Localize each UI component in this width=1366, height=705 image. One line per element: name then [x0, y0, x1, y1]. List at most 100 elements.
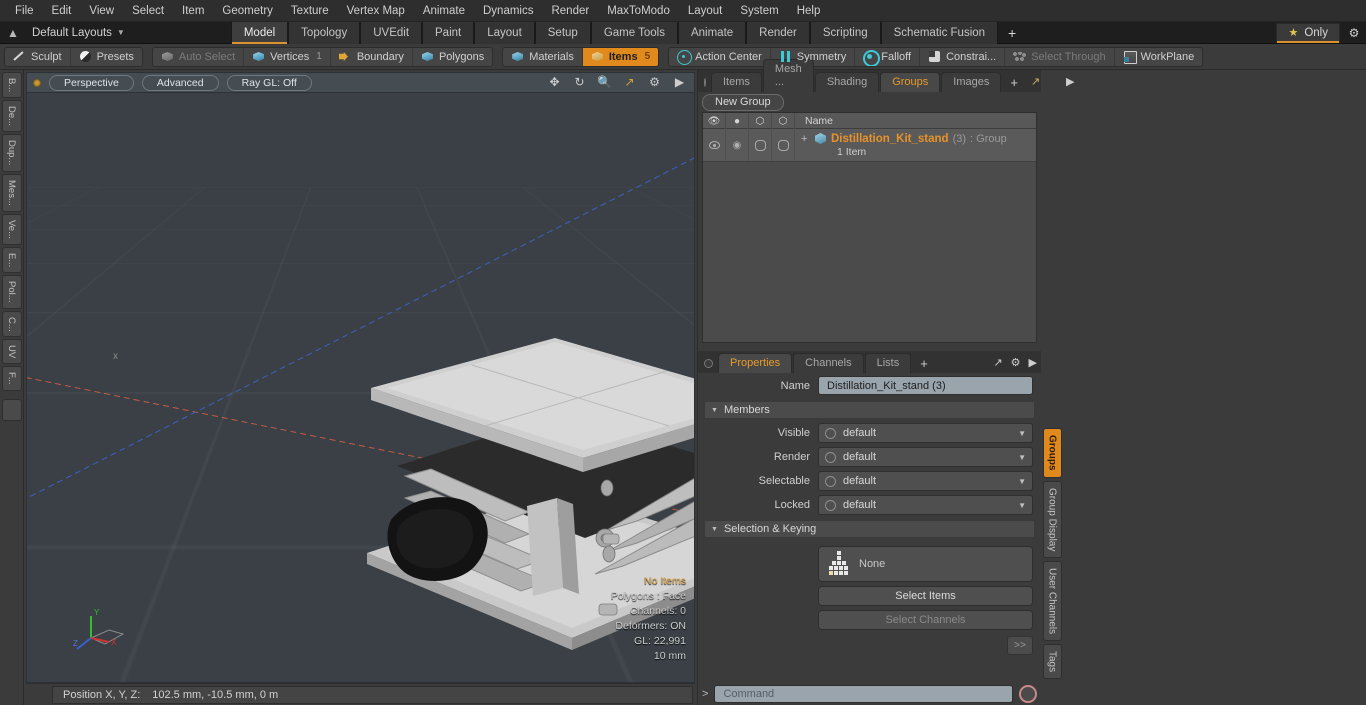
viewport-3d[interactable]: x z [26, 92, 695, 683]
right-rail-tab-group-display[interactable]: Group Display [1042, 480, 1062, 558]
menu-item-select[interactable]: Select [123, 1, 173, 21]
select-through-button[interactable]: Select Through [1005, 47, 1115, 66]
row-visible-toggle[interactable] [703, 129, 726, 161]
left-rail-tab-fusion[interactable]: F... [1, 366, 22, 392]
play-icon[interactable]: ▶ [1025, 356, 1041, 373]
viewport-indicator[interactable] [33, 78, 41, 87]
add-tab-button[interactable]: + [998, 22, 1026, 44]
radio-icon[interactable] [825, 427, 836, 439]
radio-icon[interactable] [825, 499, 836, 511]
column-visible-eye-icon[interactable]: 👁 [703, 112, 726, 129]
viewport-shading-button[interactable]: Advanced [141, 74, 219, 91]
falloff-button[interactable]: Falloff [855, 47, 921, 66]
left-rail-tab-basic[interactable]: B... [1, 72, 22, 99]
menu-item-render[interactable]: Render [542, 1, 598, 21]
materials-button[interactable]: Materials [503, 47, 583, 66]
row-selectable-toggle[interactable] [749, 129, 772, 161]
play-icon[interactable]: ▶ [671, 75, 688, 90]
left-rail-tab-polygon[interactable]: Pol... [1, 274, 22, 309]
tab-uvedit[interactable]: UVEdit [360, 21, 423, 44]
column-render-icon[interactable]: ● [726, 112, 749, 129]
tab-scripting[interactable]: Scripting [809, 21, 881, 44]
command-input[interactable]: Command [714, 685, 1013, 703]
right-rail-tab-tags[interactable]: Tags [1042, 644, 1062, 680]
left-rail-tab-deform[interactable]: De... [1, 100, 22, 133]
viewport-projection-button[interactable]: Perspective [49, 74, 134, 91]
select-channels-button[interactable]: Select Channels [818, 610, 1033, 630]
properties-add-tab-button[interactable]: + [912, 354, 936, 373]
only-button[interactable]: ★ Only [1276, 22, 1340, 43]
panel-tab-images[interactable]: Images [941, 72, 1002, 92]
tab-animate[interactable]: Animate [677, 21, 747, 44]
symmetry-button[interactable]: Symmetry [771, 47, 856, 66]
menu-item-edit[interactable]: Edit [43, 1, 81, 21]
action-center-button[interactable]: Action Center [669, 47, 771, 66]
panel-tab-items[interactable]: Items [711, 72, 762, 92]
panel-add-tab-button[interactable]: + [1002, 73, 1026, 92]
selectable-dropdown[interactable]: default ▼ [818, 471, 1033, 491]
gear-icon[interactable]: ⚙ [1342, 26, 1366, 40]
properties-tab-lists[interactable]: Lists [864, 353, 912, 373]
column-locked-icon[interactable]: ⬡ [772, 112, 795, 129]
properties-menu-dot[interactable] [704, 359, 713, 368]
locked-dropdown[interactable]: default ▼ [818, 495, 1033, 515]
gear-icon[interactable]: ⚙ [1007, 356, 1025, 373]
members-section-header[interactable]: ▼ Members [704, 401, 1035, 419]
tab-paint[interactable]: Paint [422, 21, 475, 44]
boundary-button[interactable]: Boundary [331, 47, 413, 66]
rotate-icon[interactable]: ↻ [571, 75, 588, 90]
menu-item-file[interactable]: File [6, 1, 43, 21]
new-group-button[interactable]: New Group [702, 93, 784, 111]
presets-button[interactable]: Presets [71, 48, 142, 66]
tab-topology[interactable]: Topology [288, 21, 361, 44]
radio-icon[interactable] [825, 475, 836, 487]
tab-game-tools[interactable]: Game Tools [590, 21, 678, 44]
menu-item-layout[interactable]: Layout [679, 1, 732, 21]
tab-layout[interactable]: Layout [474, 21, 535, 44]
left-rail-tab-mesh[interactable]: Mes... [1, 173, 22, 212]
left-rail-tab-uv[interactable]: UV [1, 339, 22, 365]
properties-tab-channels[interactable]: Channels [793, 353, 864, 373]
render-dropdown[interactable]: default ▼ [818, 447, 1033, 467]
menu-item-geometry[interactable]: Geometry [213, 1, 282, 21]
tab-setup[interactable]: Setup [534, 21, 591, 44]
left-rail-tab-extra[interactable] [1, 399, 22, 422]
record-icon[interactable] [1019, 685, 1037, 703]
left-rail-tab-edge[interactable]: E... [1, 246, 22, 273]
expand-icon[interactable]: ↗ [989, 356, 1006, 373]
selection-keying-section-header[interactable]: ▼ Selection & Keying [704, 520, 1035, 538]
left-rail-tab-duplicate[interactable]: Dup... [1, 134, 22, 172]
layout-preset-selector[interactable]: Default Layouts ▼ [26, 27, 131, 39]
selection-set-field[interactable]: None [818, 546, 1033, 582]
select-items-button[interactable]: Select Items [818, 586, 1033, 606]
workplane-button[interactable]: WorkPlane [1115, 48, 1203, 66]
constraint-button[interactable]: Constrai... [920, 47, 1006, 66]
menu-item-system[interactable]: System [731, 1, 787, 21]
menu-item-help[interactable]: Help [788, 1, 830, 21]
sculpt-button[interactable]: Sculpt [5, 47, 71, 66]
menu-item-texture[interactable]: Texture [282, 1, 338, 21]
menu-item-dynamics[interactable]: Dynamics [474, 1, 542, 21]
name-field[interactable]: Distillation_Kit_stand (3) [818, 376, 1033, 395]
tab-schematic-fusion[interactable]: Schematic Fusion [880, 21, 999, 44]
properties-tab-properties[interactable]: Properties [718, 353, 793, 373]
visible-dropdown[interactable]: default ▼ [818, 423, 1033, 443]
fit-icon[interactable]: ↗ [621, 75, 638, 90]
menu-item-view[interactable]: View [80, 1, 123, 21]
more-button[interactable]: >> [1007, 636, 1033, 655]
expander-icon[interactable]: + [801, 133, 810, 145]
panel-tab-shading[interactable]: Shading [814, 72, 880, 92]
home-icon[interactable]: ▲ [0, 26, 26, 40]
menu-item-vertex-map[interactable]: Vertex Map [338, 1, 414, 21]
column-selectable-icon[interactable]: ⬡ [749, 112, 772, 129]
items-button[interactable]: Items 5 [582, 47, 659, 66]
right-rail-tab-user-channels[interactable]: User Channels [1042, 560, 1062, 642]
tab-render[interactable]: Render [746, 21, 810, 44]
gear-icon[interactable]: ⚙ [646, 75, 663, 90]
left-rail-tab-vertex[interactable]: Ve... [1, 213, 22, 245]
auto-select-button[interactable]: Auto Select [153, 47, 245, 66]
row-render-toggle[interactable]: ◉ [726, 129, 749, 161]
zoom-icon[interactable]: 🔍 [596, 75, 613, 90]
tab-model[interactable]: Model [230, 21, 289, 44]
menu-item-item[interactable]: Item [173, 1, 213, 21]
